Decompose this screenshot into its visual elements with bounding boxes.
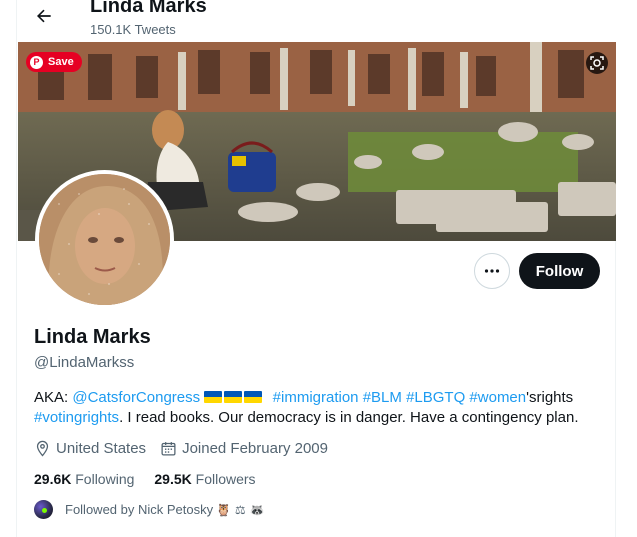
hashtag-lbgtq[interactable]: #LBGTQ [406,389,465,406]
location-text: United States [56,440,147,457]
joined-item: Joined February 2009 [160,440,328,457]
followed-by-text: Followed by Nick Petosky [65,502,214,517]
pinterest-icon: P [30,55,43,69]
hashtag-immigration[interactable]: #immigration [273,389,359,406]
following-label: Following [75,471,135,487]
location-pin-icon [36,440,49,457]
pinterest-save-button[interactable]: P Save [26,52,82,72]
hashtag-blm[interactable]: #BLM [363,389,402,406]
followers-label: Followers [195,471,256,487]
followers-link[interactable]: 29.5K Followers [154,471,255,487]
top-bar: Linda Marks 150.1K Tweets [17,0,617,42]
location-item: United States [34,440,146,457]
bio-text-end: . I read books. Our democracy is in dang… [119,409,579,426]
calendar-icon [161,442,176,456]
visual-search-icon [590,56,604,70]
follower-avatar [34,500,53,519]
bio-women-suffix: 'srights [526,389,574,406]
following-count: 29.6K [34,471,72,487]
followed-by-link[interactable]: Followed by Nick Petosky 🦉 ⚖ 🦝 [34,500,264,519]
following-link[interactable]: 29.6K Following [34,471,134,487]
hashtag-women[interactable]: #women [469,389,526,406]
followers-count: 29.5K [154,471,192,487]
bio-prefix: AKA: [34,389,73,406]
topbar-name: Linda Marks [90,0,207,17]
hashtag-votingrights[interactable]: #votingrights [34,409,119,426]
more-dots-icon [484,269,500,273]
profile-name: Linda Marks [34,326,151,348]
ukraine-flag-icon [244,391,263,403]
joined-text: Joined February 2009 [182,440,328,457]
follow-button[interactable]: Follow [519,253,600,289]
visual-search-button[interactable] [586,52,608,74]
ukraine-flag-icon [204,391,223,403]
mention-link[interactable]: @CatsforCongress [72,389,200,406]
ukraine-flag-icon [224,391,243,403]
more-options-button[interactable] [474,253,510,289]
profile-meta: United States Joined February 2009 [34,440,342,457]
follow-stats: 29.6K Following 29.5K Followers [34,471,256,487]
followed-by-emojis: 🦉 ⚖ 🦝 [216,502,265,517]
tweet-count: 150.1K Tweets [90,22,176,37]
avatar-photo [39,174,170,305]
profile-column: Linda Marks 150.1K Tweets P Save Follow … [16,0,617,537]
back-button[interactable] [29,0,59,32]
save-label: Save [48,56,74,68]
profile-bio: AKA: @CatsforCongress #immigration #BLM … [34,388,609,428]
profile-avatar[interactable] [35,170,174,309]
arrow-left-icon [37,9,51,23]
profile-handle: @LindaMarkss [34,354,135,371]
